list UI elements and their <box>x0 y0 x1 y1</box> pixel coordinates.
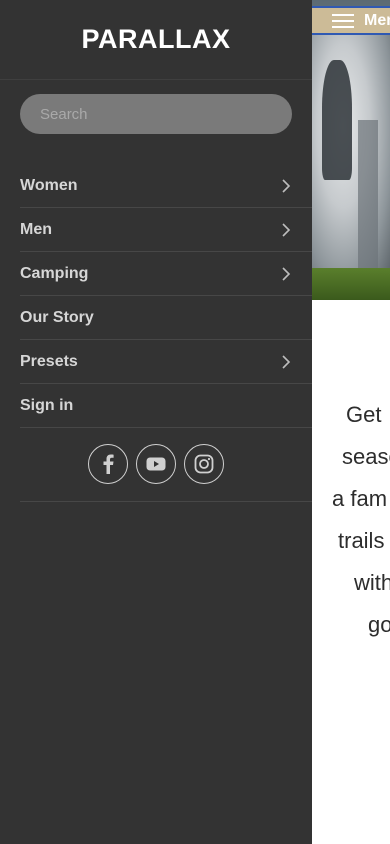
intro-line: trails <box>338 528 385 553</box>
nav-item-men[interactable]: Men <box>20 208 312 252</box>
hero-image <box>312 0 390 300</box>
intro-line: Get <box>346 402 382 427</box>
nav-item-label: Sign in <box>20 396 74 414</box>
chevron-right-icon <box>282 179 291 193</box>
nav-item-label: Women <box>20 176 78 194</box>
chevron-right-icon <box>282 355 291 369</box>
brand-logo[interactable]: PARALLAX <box>82 24 231 55</box>
chevron-right-icon <box>282 267 291 281</box>
social-icons <box>88 444 224 484</box>
intro-line: with <box>354 570 390 595</box>
nav-item-label: Camping <box>20 264 89 282</box>
nav-item-label: Presets <box>20 352 78 370</box>
tent-flap <box>358 120 378 270</box>
nav-item-presets[interactable]: Presets <box>20 340 312 384</box>
search-input[interactable] <box>20 94 292 134</box>
instagram-icon[interactable] <box>184 444 224 484</box>
nav-item-women[interactable]: Women <box>20 164 312 208</box>
nav-item-label: Men <box>20 220 52 238</box>
nav-drawer: PARALLAX Women Men Camping Our Story Pre… <box>0 0 312 844</box>
social-links <box>20 428 312 502</box>
nav-item-label: Our Story <box>20 308 94 326</box>
grass <box>312 268 390 300</box>
intro-text: Get seaso a fam trails with go <box>312 394 390 646</box>
hamburger-icon <box>332 14 354 28</box>
nav-item-camping[interactable]: Camping <box>20 252 312 296</box>
youtube-icon[interactable] <box>136 444 176 484</box>
menu-button-label: Menu <box>364 12 390 29</box>
intro-line: seaso <box>342 444 390 469</box>
nav-item-sign-in[interactable]: Sign in <box>20 384 312 428</box>
intro-line: a fam <box>332 486 388 511</box>
intro-line: go <box>368 612 390 637</box>
facebook-icon[interactable] <box>88 444 128 484</box>
tent-shadow <box>322 60 352 180</box>
brand-header: PARALLAX <box>0 0 312 80</box>
nav-item-our-story[interactable]: Our Story <box>20 296 312 340</box>
nav-list: Women Men Camping Our Story Presets Sign… <box>20 164 312 428</box>
chevron-right-icon <box>282 223 291 237</box>
